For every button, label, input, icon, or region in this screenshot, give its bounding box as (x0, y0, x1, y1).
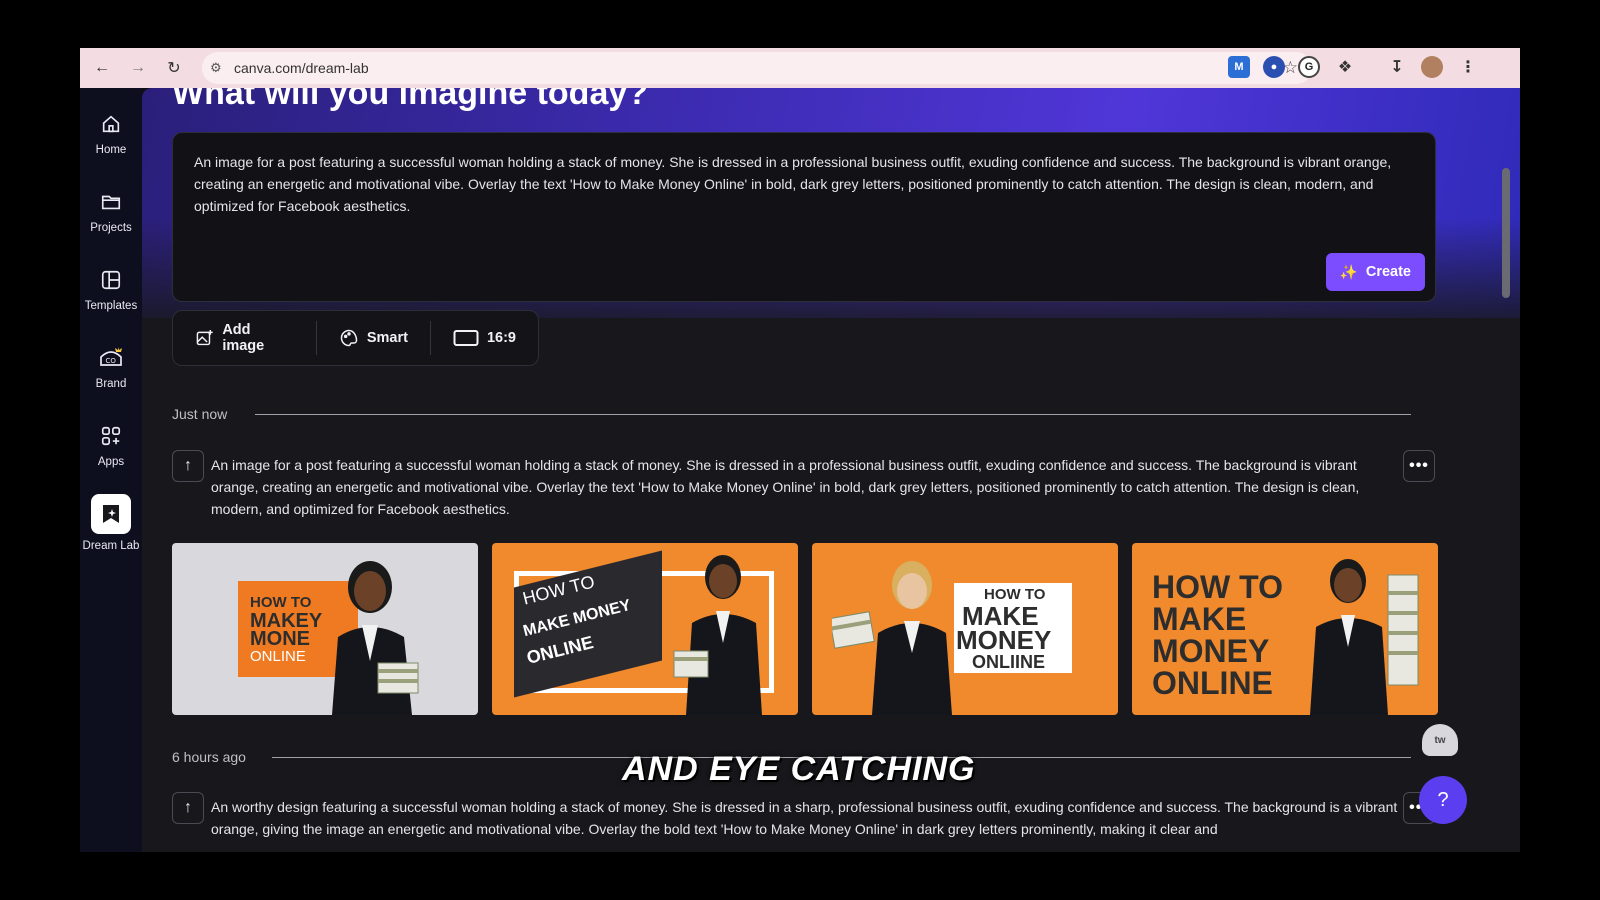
image-text-line: ONLINE (250, 648, 306, 665)
style-label: Smart (366, 330, 408, 346)
image-text-line: HOW TO (984, 586, 1046, 603)
add-image-button[interactable]: Add image (173, 321, 316, 355)
browser-menu-icon[interactable]: ⋮ (1457, 56, 1479, 78)
history-time: Just now (172, 406, 228, 422)
browser-toolbar: ← → ↻ ⚙ canva.com/dream-lab ☆ M ● G ❖ ↧ … (80, 48, 1520, 88)
bookmark-star-icon[interactable]: ☆ (1283, 58, 1298, 78)
aspect-ratio-button[interactable]: 16:9 (429, 321, 538, 355)
sidebar-item-label: Templates (84, 300, 138, 312)
add-image-icon (196, 329, 213, 346)
dream-lab-icon (91, 494, 131, 534)
templates-icon (97, 266, 125, 294)
history-prompt: An image for a post featuring a successf… (211, 457, 1360, 517)
generated-image-1[interactable]: HOW TO MAKEY MONE ONLINE (172, 543, 478, 715)
businesswoman-figure (1310, 559, 1419, 715)
style-smart-button[interactable]: Smart (315, 321, 430, 355)
video-caption: AND EYE CATCHING (622, 750, 976, 788)
home-icon (97, 110, 125, 138)
generated-image-2[interactable]: HOW TO MAKE MONEY ONLINE (492, 543, 798, 715)
browser-window: ← → ↻ ⚙ canva.com/dream-lab ☆ M ● G ❖ ↧ … (80, 48, 1520, 852)
sidebar-item-brand[interactable]: CO Brand (80, 344, 142, 390)
sidebar-item-templates[interactable]: Templates (80, 266, 142, 312)
sidebar-item-label: Brand (95, 378, 127, 390)
sidebar-item-label: Apps (97, 456, 125, 468)
apps-icon (97, 422, 125, 450)
extension-m-icon[interactable]: M (1228, 56, 1250, 78)
sidebar-item-projects[interactable]: Projects (80, 188, 142, 234)
businesswoman-figure (673, 555, 762, 715)
image-text-line: ONLIINE (972, 652, 1046, 672)
svg-text:CO: CO (106, 357, 117, 365)
dream-lab-main: What will you imagine today? An image fo… (142, 88, 1520, 852)
sidebar-item-dream-lab[interactable]: Dream Lab (80, 494, 142, 552)
aspect-ratio-label: 16:9 (486, 330, 516, 346)
extensions-puzzle-icon[interactable]: ❖ (1334, 56, 1356, 78)
sidebar: Home Projects Templates CO Brand Apps Dr… (80, 88, 142, 852)
help-button[interactable]: ? (1419, 776, 1467, 824)
address-bar[interactable]: ⚙ canva.com/dream-lab ☆ (202, 52, 1312, 84)
profile-avatar[interactable] (1421, 56, 1443, 78)
history-prompt: An worthy design featuring a successful … (211, 799, 1398, 837)
sidebar-item-apps[interactable]: Apps (80, 422, 142, 468)
image-text-line: HOW TO (250, 594, 312, 611)
businesswoman-figure (332, 561, 419, 715)
image-text-line: MONEY (956, 625, 1052, 655)
prompt-tools: Add image Smart 16:9 (172, 310, 539, 366)
download-icon[interactable]: ↧ (1386, 56, 1408, 78)
extension-circle-icon[interactable]: ● (1263, 56, 1285, 78)
assistant-ghost-icon[interactable]: tw (1422, 724, 1458, 756)
generated-image-3[interactable]: HOW TO MAKE MONEY ONLIINE (812, 543, 1118, 715)
more-options-button[interactable]: ••• (1403, 450, 1435, 482)
image-text-line: HOW TO (1152, 569, 1283, 605)
businesswoman-figure (832, 561, 952, 715)
sidebar-item-label: Projects (90, 222, 132, 234)
page-title: What will you imagine today? (172, 88, 649, 112)
history-time: 6 hours ago (172, 749, 246, 765)
brand-icon: CO (97, 344, 125, 372)
sidebar-item-label: Dream Lab (82, 540, 140, 552)
site-info-icon[interactable]: ⚙ (210, 60, 230, 76)
sidebar-item-home[interactable]: Home (80, 110, 142, 156)
forward-icon[interactable]: → (124, 54, 152, 82)
generated-image-4[interactable]: HOW TO MAKE MONEY ONLINE (1132, 543, 1438, 715)
sidebar-item-label: Home (95, 144, 127, 156)
back-icon[interactable]: ← (88, 54, 116, 82)
palette-icon (340, 329, 358, 347)
create-button[interactable]: ✨ Create (1325, 253, 1425, 291)
folder-icon (97, 188, 125, 216)
scrollbar[interactable] (1502, 168, 1510, 298)
aspect-ratio-icon (453, 330, 479, 346)
extension-g-icon[interactable]: G (1298, 56, 1320, 78)
reuse-prompt-button[interactable]: ↑ (172, 792, 204, 824)
url-text: canva.com/dream-lab (234, 60, 369, 76)
sparkle-icon: ✨ (1339, 264, 1358, 281)
create-button-label: Create (1365, 264, 1411, 280)
image-text-line: ONLINE (1152, 665, 1273, 701)
add-image-label: Add image (222, 322, 265, 354)
prompt-text[interactable]: An image for a post featuring a successf… (194, 151, 1414, 217)
prompt-input[interactable]: An image for a post featuring a successf… (172, 132, 1436, 302)
reload-icon[interactable]: ↻ (160, 54, 188, 82)
divider (255, 414, 1411, 415)
image-text-line: MAKE (1152, 601, 1247, 637)
image-text-line: MONE (250, 628, 310, 650)
image-text-line: MONEY (1152, 633, 1270, 669)
reuse-prompt-button[interactable]: ↑ (172, 450, 204, 482)
